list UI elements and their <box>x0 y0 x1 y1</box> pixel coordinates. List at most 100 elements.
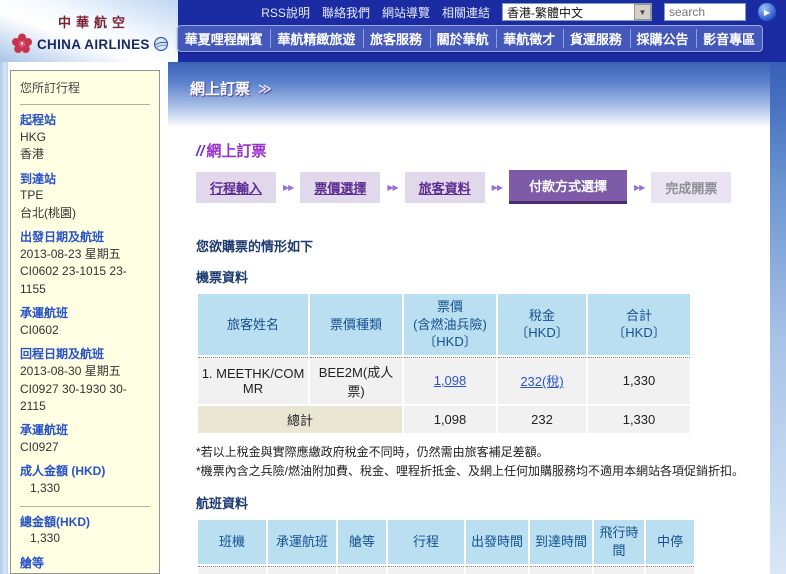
nav-item-tours[interactable]: 華航精緻旅遊 <box>270 29 361 48</box>
china-airlines-logo[interactable]: 中華航空 CHINA AIRLINES <box>10 12 169 56</box>
nav-item-careers[interactable]: 華航徵才 <box>496 29 561 48</box>
language-selector[interactable]: 香港-繁體中文 ▼ <box>502 3 652 21</box>
step-fare-selection[interactable]: 票價選擇 <box>300 171 381 203</box>
logo-english-text: CHINA AIRLINES <box>37 36 150 52</box>
step-payment-current: 付款方式選擇 <box>508 170 627 204</box>
intro-text: 您欲購票的情形如下 <box>196 239 314 254</box>
total-fare-cell: 1,098 <box>404 405 496 433</box>
ticket-section-title: 機票資料 <box>196 270 249 285</box>
destination-code: TPE <box>20 188 44 203</box>
nav-item-media[interactable]: 影音專區 <box>696 29 761 48</box>
outbound-carrier-value: CI0602 <box>20 322 59 337</box>
origin-name: 香港 <box>20 147 45 162</box>
language-selected-value: 香港-繁體中文 <box>507 5 583 20</box>
page: RSS說明 聯絡我們 網站導覽 相關連結 香港-繁體中文 ▼ ▶ 中華航空 <box>0 0 786 574</box>
logo-chinese-text: 中華航空 <box>58 15 131 30</box>
chevron-down-icon[interactable]: ▼ <box>634 4 651 20</box>
nav-item-procurement[interactable]: 採購公告 <box>629 29 695 48</box>
step-passenger-info-link[interactable]: 旅客資料 <box>419 181 471 196</box>
page-title: //網上訂票 <box>196 140 764 160</box>
note-no-discount: *機票內含之兵險/燃油附加費、稅金、哩程折抵金、及網上任何加購服務均不適用本網站… <box>196 463 745 478</box>
step-arrow-icon: ▶▶ <box>634 182 645 192</box>
fare-detail-link[interactable]: 1,098 <box>434 373 467 388</box>
inbound-carrier-value: CI0927 <box>20 440 59 455</box>
utility-bar: RSS說明 聯絡我們 網站導覽 相關連結 香港-繁體中文 ▼ ▶ <box>261 2 776 22</box>
row-total-cell: 1,330 <box>588 356 690 404</box>
total-amount-value: 1,330 <box>30 531 61 546</box>
plum-blossom-icon <box>12 33 32 53</box>
globe-icon <box>153 36 168 52</box>
total-amount-label: 總金額(HKD) <box>20 514 90 529</box>
logo-area: 中華航空 CHINA AIRLINES <box>0 0 178 62</box>
inbound-label: 回程日期及航班 <box>20 347 105 362</box>
col-flight: 班機 <box>198 520 266 565</box>
ticket-row: 1. MEETHK/COM MR BEE2M(成人票) 1,098 232(稅)… <box>198 356 690 404</box>
step-itinerary[interactable]: 行程輸入 <box>196 171 277 203</box>
step-fare-selection-link[interactable]: 票價選擇 <box>314 181 366 196</box>
toplink-rss[interactable]: RSS說明 <box>261 4 310 21</box>
fare-type-cell: BEE2M(成人票) <box>310 356 402 404</box>
col-total: 合計 〔HKD〕 <box>588 294 690 355</box>
inbound-date: 2013-08-30 星期五 <box>20 364 121 379</box>
booking-steps: 行程輸入 ▶▶ 票價選擇 ▶▶ 旅客資料 ▶▶ 付款方式選擇 ▶▶ 完成開票 <box>196 170 764 204</box>
fare-cell: 1,098 <box>404 356 496 404</box>
tax-detail-link[interactable]: 232(稅) <box>520 374 563 389</box>
search-input[interactable] <box>664 3 746 21</box>
search-go-button[interactable]: ▶ <box>758 3 776 21</box>
step-ticket-complete: 完成開票 <box>651 171 732 203</box>
sidebar-divider <box>20 104 150 105</box>
ticket-notes: *若以上稅金與實際應繳政府稅金不同時，仍然需由旅客補足差額。 *機票內含之兵險/… <box>196 443 764 481</box>
step-arrow-icon: ▶▶ <box>491 182 503 192</box>
departure-time-cell: 23-1015 <box>466 566 528 574</box>
nav-item-passenger-service[interactable]: 旅客服務 <box>363 29 428 48</box>
destination-label: 到達站 <box>20 171 57 186</box>
operating-flight-cell: CI0602 <box>268 566 336 574</box>
passenger-name-cell: 1. MEETHK/COM MR <box>198 356 308 404</box>
step-itinerary-link[interactable]: 行程輸入 <box>210 181 262 196</box>
step-arrow-icon: ▶▶ <box>387 182 398 192</box>
inbound-flight: CI0927 30-1930 30-2115 <box>20 381 127 413</box>
col-departure-time: 出發時間 <box>466 520 528 565</box>
main-navigation: 華夏哩程酬賓 華航精緻旅遊 旅客服務 關於華航 華航徵才 貨運服務 採購公告 影… <box>177 25 763 52</box>
toplink-related[interactable]: 相關連結 <box>442 4 490 21</box>
main-content: 網上訂票 ≫ //網上訂票 行程輸入 ▶▶ 票價選擇 ▶▶ 旅客資料 ▶▶ 付款… <box>168 62 770 574</box>
col-arrival-time: 到達時間 <box>530 520 592 565</box>
step-arrow-icon: ▶▶ <box>283 182 294 192</box>
flight-row-outbound: CI0602 CI0602 S HKGTPE 23-1015 23-1155 0… <box>198 566 694 574</box>
destination-name: 台北(桃園) <box>20 205 76 220</box>
col-fare: 票價 (含燃油兵險) 〔HKD〕 <box>404 294 496 355</box>
nav-item-dynasty-miles[interactable]: 華夏哩程酬賓 <box>179 29 269 48</box>
page-title-text: 網上訂票 <box>206 143 267 160</box>
site-header: RSS說明 聯絡我們 網站導覽 相關連結 香港-繁體中文 ▼ ▶ 中華航空 <box>0 0 786 62</box>
col-flight-duration: 飛行時間 <box>594 520 644 565</box>
outbound-flight: CI0602 23-1015 23-1155 <box>20 264 127 296</box>
adult-amount-value: 1,330 <box>30 481 61 496</box>
note-tax-difference: *若以上稅金與實際應繳政府稅金不同時，仍然需由旅客補足差額。 <box>196 444 549 459</box>
title-slashes-icon: // <box>196 143 205 160</box>
toplink-sitemap[interactable]: 網站導覽 <box>382 4 430 21</box>
flight-section-title: 航班資料 <box>196 496 249 512</box>
duration-cell: 01：40 <box>594 566 644 574</box>
toplink-contact[interactable]: 聯絡我們 <box>322 4 370 21</box>
route-cell: HKGTPE <box>388 566 464 574</box>
sidebar-title: 您所訂行程 <box>20 81 81 95</box>
adult-amount-label: 成人金額 (HKD) <box>20 464 106 479</box>
col-stopover: 中停 <box>646 520 694 565</box>
content-area: //網上訂票 行程輸入 ▶▶ 票價選擇 ▶▶ 旅客資料 ▶▶ 付款方式選擇 ▶▶… <box>168 140 770 574</box>
section-banner: 網上訂票 ≫ <box>168 62 770 130</box>
itinerary-sidebar: 您所訂行程 起程站 HKG 香港 到達站 TPE 台北(桃園) 出發日期及航班 … <box>10 70 160 574</box>
stopover-cell: 直飛 <box>646 566 694 574</box>
nav-item-cargo[interactable]: 貨運服務 <box>562 29 628 48</box>
nav-item-about[interactable]: 關於華航 <box>429 29 495 48</box>
col-passenger-name: 旅客姓名 <box>198 294 308 355</box>
step-passenger-info[interactable]: 旅客資料 <box>404 171 485 203</box>
flight-table: 班機 承運航班 艙等 行程 出發時間 到達時間 飛行時間 中停 CI0602 C… <box>196 518 696 574</box>
flight-number-cell: CI0602 <box>198 566 266 574</box>
arrow-right-icon: ▶ <box>763 7 771 17</box>
col-cabin-class: 艙等 <box>338 520 386 565</box>
inbound-carrier-label: 承運航班 <box>20 423 69 438</box>
total-tax-cell: 232 <box>498 405 586 433</box>
ticket-total-row: 總計 1,098 232 1,330 <box>198 405 690 433</box>
cabin-label: 艙等 <box>20 555 45 570</box>
outbound-label: 出發日期及航班 <box>20 230 105 245</box>
